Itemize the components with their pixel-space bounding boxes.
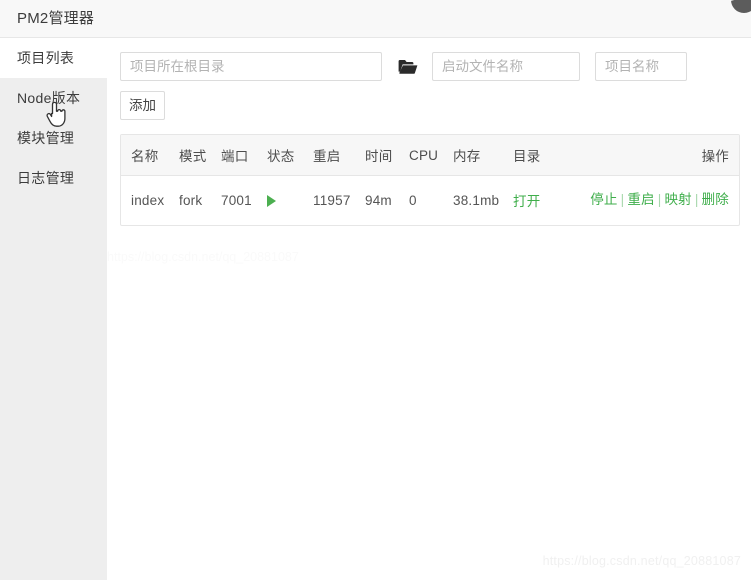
watermark-faint: https://blog.csdn.net/qq_20881087 <box>107 250 299 264</box>
sidebar-item-module-manage[interactable]: 模块管理 <box>0 118 107 158</box>
main-content: 添加 名称 模式 端口 状态 重启 时间 CPU 内存 <box>107 38 751 580</box>
table-row[interactable]: index fork 7001 11957 94m 0 38.1mb 打开 停止… <box>121 176 739 225</box>
ops-separator: | <box>657 192 662 207</box>
column-header-port: 端口 <box>221 135 267 176</box>
cell-mode: fork <box>179 192 203 208</box>
cell-operations: 停止 | 重启 | 映射 | 删除 <box>585 176 739 225</box>
body-split: 项目列表 Node版本 模块管理 日志管理 项目所在根目录 启动文件名称 项目名… <box>0 38 751 580</box>
play-running-icon <box>267 195 276 208</box>
page-title: PM2管理器 <box>17 10 95 27</box>
folder-open-icon[interactable] <box>398 58 418 75</box>
cell-cpu: 0 <box>409 192 417 208</box>
column-header-status: 状态 <box>267 135 313 176</box>
cell-dir: 打开 <box>513 176 585 225</box>
add-button-row: 添加 <box>120 91 740 120</box>
sidebar-item-label: 模块管理 <box>17 130 75 146</box>
window-corner-badge[interactable] <box>731 0 751 13</box>
table-header-row: 名称 模式 端口 状态 重启 时间 CPU 内存 目录 操作 <box>121 135 739 176</box>
column-header-cpu: CPU <box>409 135 453 176</box>
column-header-dir: 目录 <box>513 135 585 176</box>
watermark: https://blog.csdn.net/qq_20881087 <box>542 554 741 568</box>
project-name-input[interactable] <box>595 52 687 81</box>
cell-memory: 38.1mb <box>453 192 500 208</box>
column-header-ops: 操作 <box>585 135 739 176</box>
cell-port: 7001 <box>221 192 252 208</box>
add-button[interactable]: 添加 <box>120 91 165 120</box>
ops-separator: | <box>620 192 625 207</box>
app-header: PM2管理器 <box>0 0 751 38</box>
cell-name: index <box>131 192 165 208</box>
sidebar-item-project-list[interactable]: 项目列表 <box>0 38 107 78</box>
start-file-input[interactable] <box>432 52 580 81</box>
column-header-restart: 重启 <box>313 135 365 176</box>
sidebar: 项目列表 Node版本 模块管理 日志管理 <box>0 38 107 580</box>
sidebar-item-label: 项目列表 <box>17 50 75 66</box>
column-header-mode: 模式 <box>179 135 221 176</box>
open-dir-link[interactable]: 打开 <box>513 194 540 209</box>
sidebar-item-node-version[interactable]: Node版本 <box>0 78 107 118</box>
cell-status <box>267 176 313 225</box>
column-header-memory: 内存 <box>453 135 513 176</box>
map-action-link[interactable]: 映射 <box>664 192 691 207</box>
stop-action-link[interactable]: 停止 <box>590 192 617 207</box>
sidebar-item-label: 日志管理 <box>17 170 75 186</box>
restart-action-link[interactable]: 重启 <box>627 192 654 207</box>
root-dir-input[interactable] <box>120 52 382 81</box>
cell-time: 94m <box>365 192 392 208</box>
app-window: PM2管理器 项目列表 Node版本 模块管理 日志管理 项目所在根目录 启动文… <box>0 0 751 580</box>
project-table: 名称 模式 端口 状态 重启 时间 CPU 内存 目录 操作 index for… <box>120 134 740 226</box>
column-header-name: 名称 <box>121 135 179 176</box>
sidebar-item-label: Node版本 <box>17 90 81 106</box>
cell-restart: 11957 <box>313 192 351 208</box>
column-header-time: 时间 <box>365 135 409 176</box>
sidebar-item-log-manage[interactable]: 日志管理 <box>0 158 107 198</box>
add-project-toolbar <box>120 52 740 81</box>
ops-separator: | <box>694 192 699 207</box>
delete-action-link[interactable]: 删除 <box>702 192 729 207</box>
